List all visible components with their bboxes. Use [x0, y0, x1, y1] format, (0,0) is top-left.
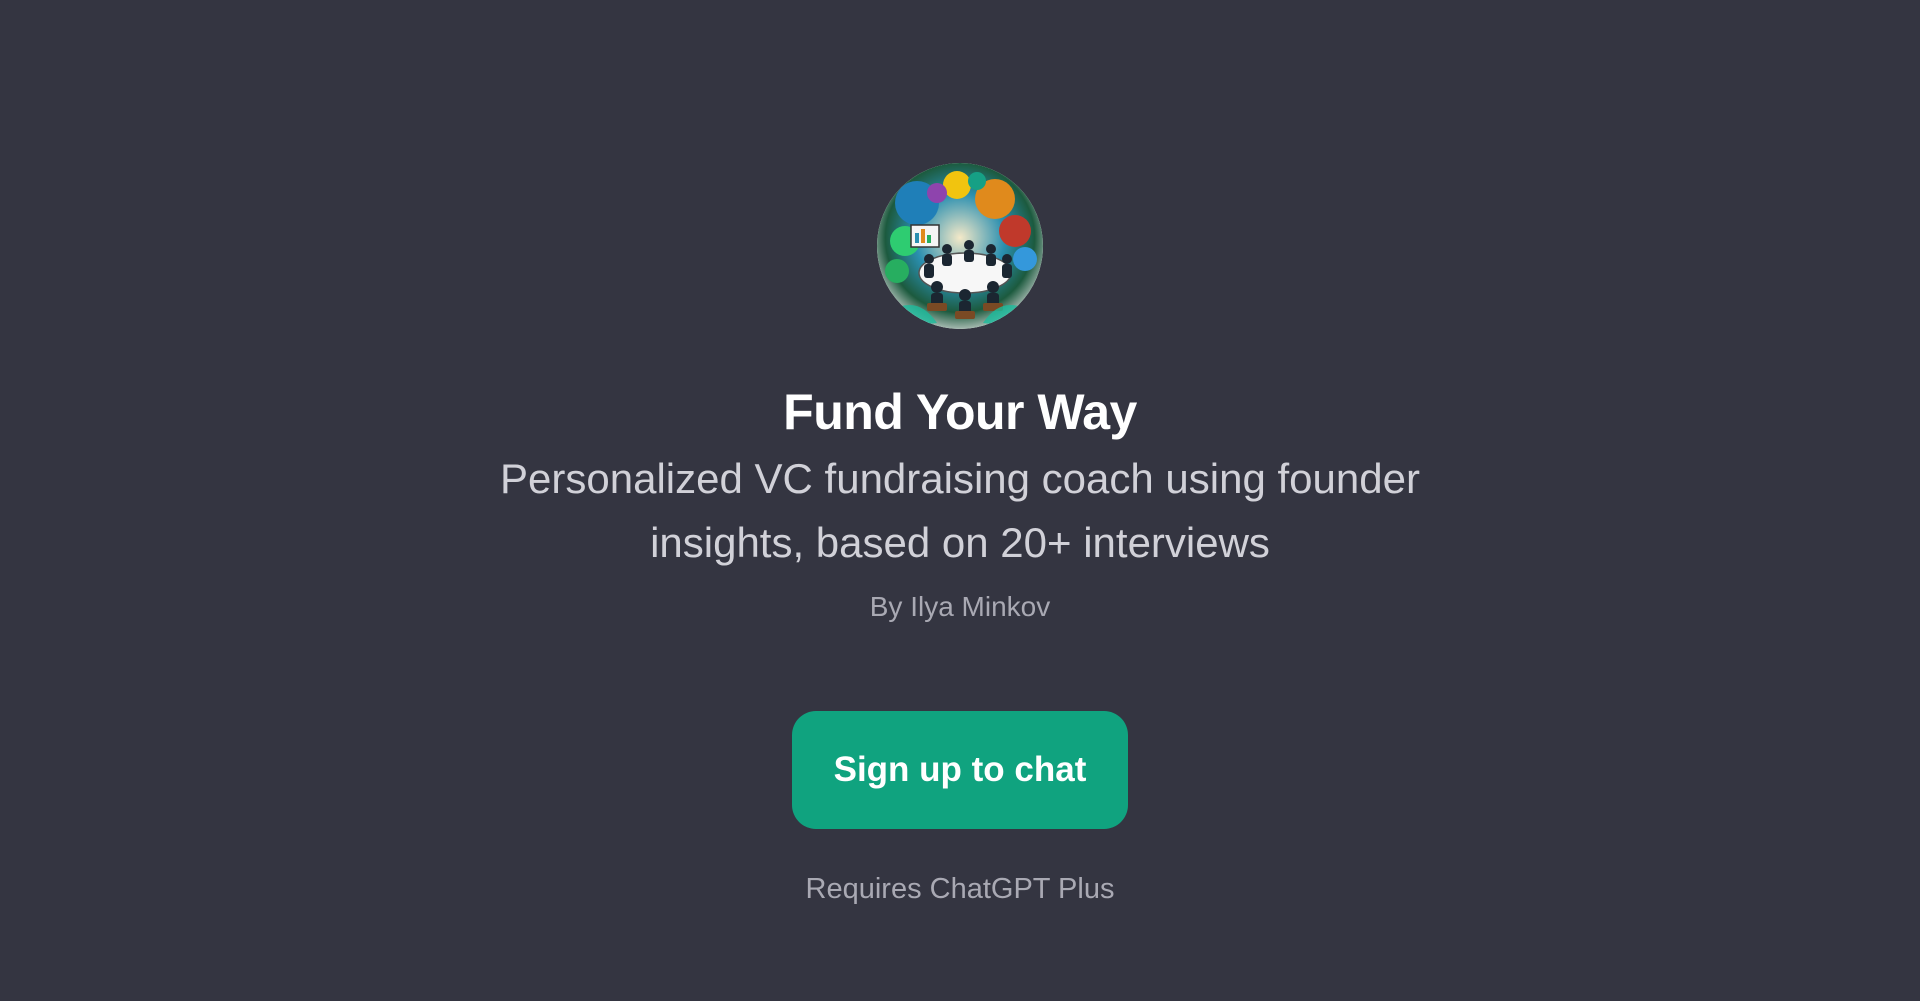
gpt-landing-page: Fund Your Way Personalized VC fundraisin…: [0, 0, 1920, 1001]
sign-up-to-chat-button[interactable]: Sign up to chat: [792, 711, 1128, 829]
plus-requirement-note: Requires ChatGPT Plus: [805, 873, 1115, 905]
gpt-title: Fund Your Way: [783, 384, 1137, 440]
gpt-description: Personalized VC fundraising coach using …: [500, 455, 1420, 566]
avatar-illustration-icon: [877, 163, 1043, 329]
gpt-avatar: [877, 163, 1043, 329]
gpt-author: By Ilya Minkov: [869, 591, 1051, 622]
